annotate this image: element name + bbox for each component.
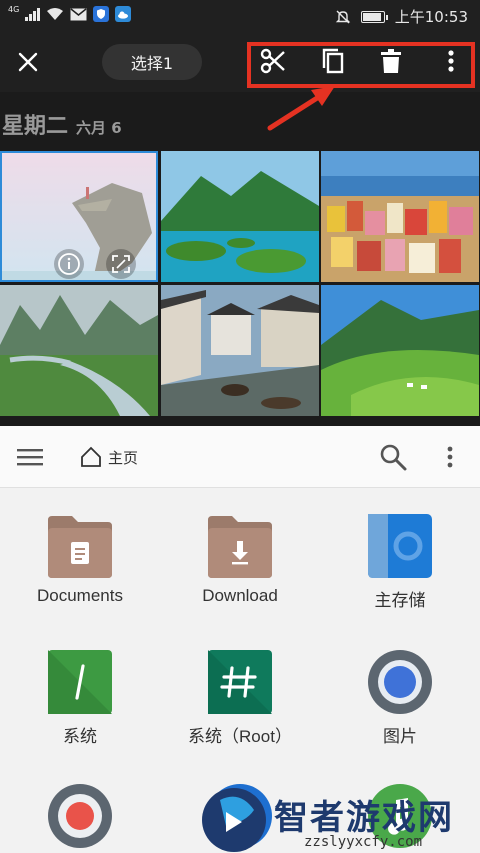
item-label: Documents: [37, 586, 123, 605]
photo-gallery: 星期二 六月 6: [0, 92, 480, 426]
storage-icon: [368, 514, 432, 578]
close-button[interactable]: [12, 46, 44, 78]
documents-folder-icon: [48, 516, 112, 578]
selection-action-bar: 选择1: [0, 32, 480, 92]
watermark-logo: [202, 788, 266, 852]
coastal-village-photo: [321, 151, 479, 282]
cloud-app-icon: [115, 6, 132, 22]
photo-thumbnail-selected[interactable]: [0, 151, 158, 282]
water-town-photo: [161, 285, 319, 416]
battery-icon: [360, 10, 388, 23]
selection-count-button[interactable]: 选择1: [102, 44, 202, 80]
pictures-lens-icon: [368, 650, 432, 714]
photo-thumbnail[interactable]: [0, 285, 158, 416]
home-breadcrumb[interactable]: 主页: [80, 446, 138, 468]
mail-icon: [70, 7, 87, 20]
home-icon: [81, 446, 101, 467]
item-label: 系统（Root）: [188, 727, 292, 746]
photo-thumbnail[interactable]: [321, 151, 479, 282]
shield-app-icon: [93, 6, 110, 22]
system-slash-icon: [48, 650, 112, 714]
info-icon: [58, 253, 80, 275]
expand-icon: [112, 255, 130, 273]
search-icon: [380, 444, 407, 471]
item-label: 主存储: [374, 591, 426, 610]
karst-river-photo: [0, 285, 158, 416]
photo-thumbnail[interactable]: [161, 151, 319, 282]
wifi-icon: [47, 8, 64, 20]
signal-icon: [25, 7, 41, 21]
more-vertical-icon: [447, 446, 453, 468]
item-label: Download: [202, 586, 278, 605]
status-left: 4G: [8, 5, 132, 22]
watermark-url: zzslyyxcfy.com: [304, 834, 423, 850]
photo-thumbnail[interactable]: [321, 285, 479, 416]
item-label: 图片: [383, 727, 417, 746]
menu-button[interactable]: [16, 445, 44, 469]
status-right: 上午10:53: [335, 6, 468, 27]
search-button[interactable]: [378, 442, 408, 472]
watermark: 智者游戏网 zzslyyxcfy.com: [196, 782, 480, 853]
file-manager-toolbar: 主页: [0, 426, 480, 488]
date-month: 六月 6: [76, 119, 122, 137]
green-hills-photo: [321, 285, 479, 416]
lake-islands-photo: [161, 151, 319, 282]
info-button[interactable]: [54, 249, 84, 279]
network-type: 4G: [8, 5, 20, 14]
date-header: 星期二 六月 6: [2, 108, 122, 140]
close-icon: [18, 52, 38, 72]
clock: 上午10:53: [394, 8, 468, 26]
mute-bell-icon: [335, 10, 350, 23]
item-label: 系统: [63, 727, 97, 746]
expand-button[interactable]: [106, 249, 136, 279]
home-label: 主页: [108, 448, 139, 467]
root-hash-icon: [208, 650, 272, 714]
record-icon: [48, 784, 112, 848]
tools-highlight-box: [247, 42, 475, 88]
download-folder-icon: [208, 516, 272, 578]
photo-thumbnail[interactable]: [161, 285, 319, 416]
date-day: 星期二: [2, 114, 69, 139]
file-manager-more-button[interactable]: [438, 442, 462, 472]
watermark-title: 智者游戏网: [274, 798, 454, 838]
screen: 4G 上午10:53 选择1 星期二 六月 6 主页 Documents Dow…: [0, 0, 480, 853]
status-bar: 4G 上午10:53: [0, 0, 480, 32]
hamburger-menu-icon: [17, 449, 43, 466]
